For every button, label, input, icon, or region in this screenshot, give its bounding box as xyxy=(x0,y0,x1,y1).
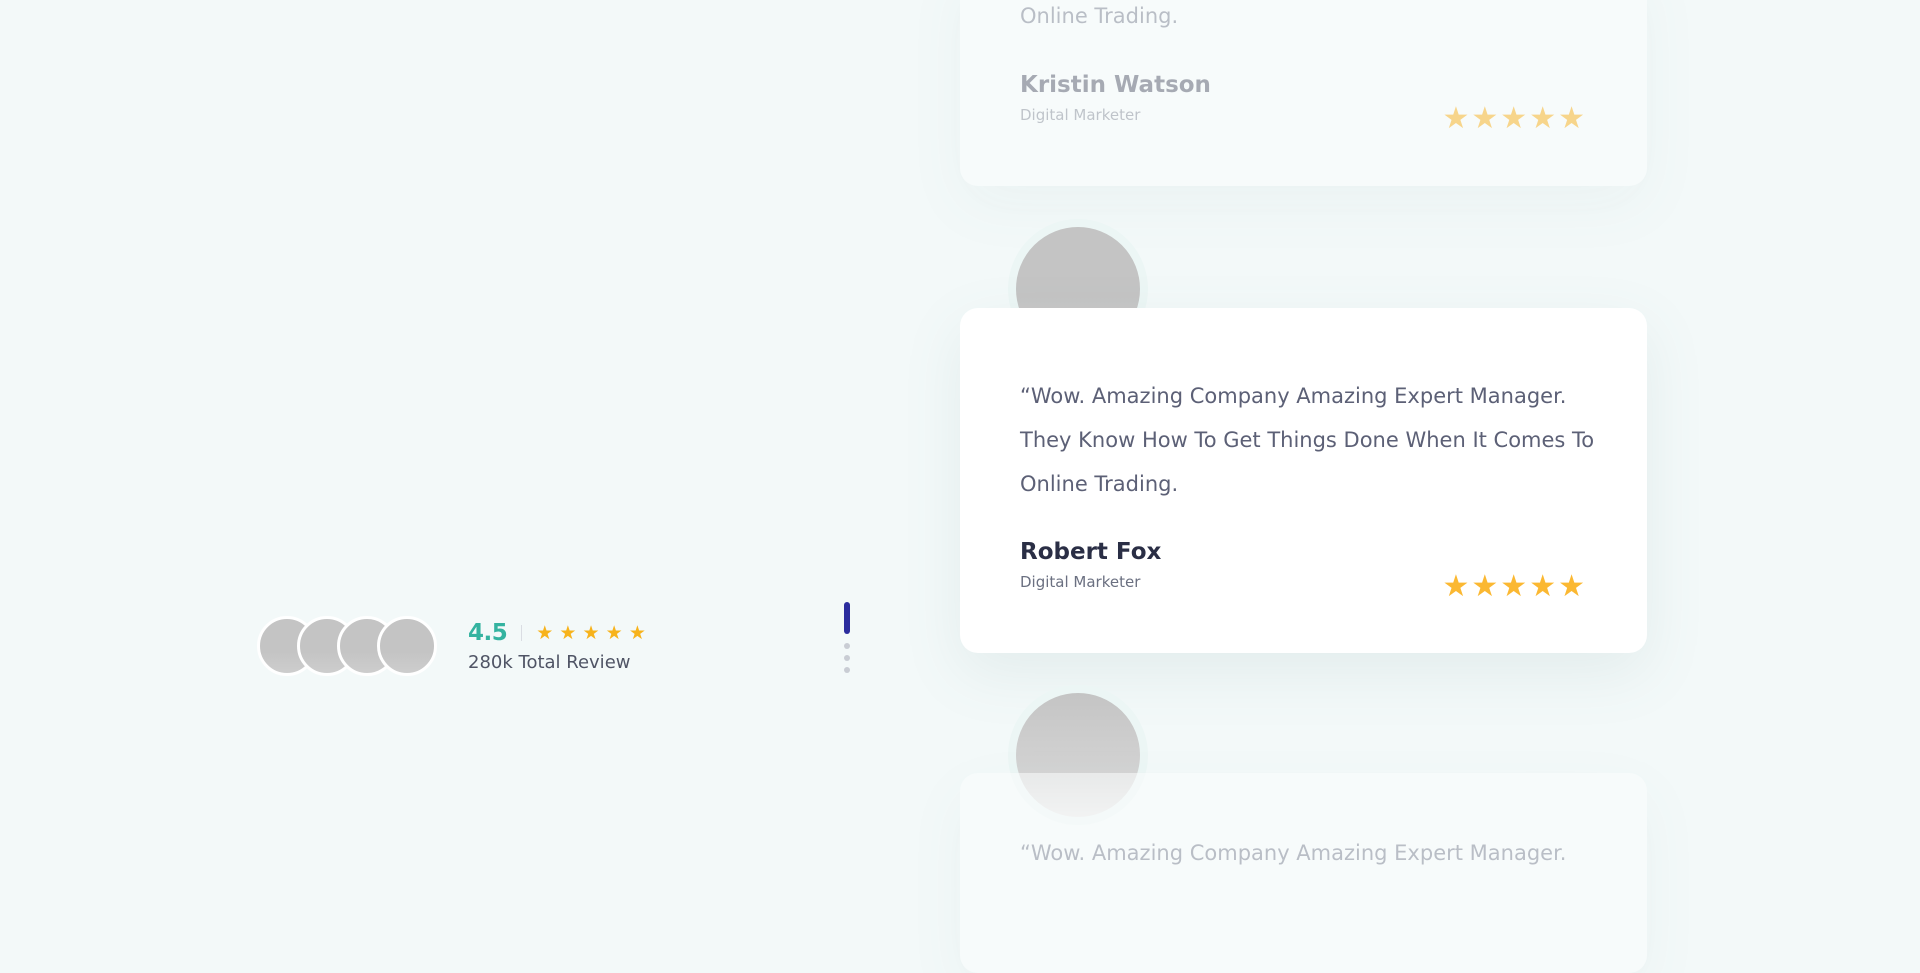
pagination-active-indicator[interactable] xyxy=(844,602,850,634)
star-icon: ★ xyxy=(536,621,554,644)
testimonial-stars: ★★★★★ xyxy=(1442,569,1587,604)
slider-pagination xyxy=(844,602,850,679)
testimonial-stars: ★★★★★ xyxy=(1442,101,1587,136)
pagination-dot[interactable] xyxy=(844,643,850,649)
testimonial-name: Robert Fox xyxy=(1020,539,1162,565)
pagination-dot[interactable] xyxy=(844,667,850,673)
rating-stars: ★ ★ ★ ★ ★ xyxy=(536,622,647,644)
pagination-dot[interactable] xyxy=(844,655,850,661)
testimonial-role: Digital Marketer xyxy=(1020,106,1141,124)
star-icon: ★ xyxy=(582,621,600,644)
testimonial-quote: “Wow. Amazing Company Amazing Expert Man… xyxy=(1020,841,1567,865)
star-icon: ★ xyxy=(559,621,577,644)
star-icon: ★ xyxy=(628,621,646,644)
testimonial-slider[interactable]: Online Trading. Kristin Watson Digital M… xyxy=(960,0,1647,973)
testimonial-card: Online Trading. Kristin Watson Digital M… xyxy=(960,0,1647,186)
testimonial-quote: Online Trading. xyxy=(1020,4,1179,28)
testimonial-card: “Wow. Amazing Company Amazing Expert Man… xyxy=(960,773,1647,973)
testimonial-name: Kristin Watson xyxy=(1020,72,1211,98)
star-icon: ★ xyxy=(605,621,623,644)
testimonial-card: “Wow. Amazing Company Amazing Expert Man… xyxy=(960,308,1647,653)
review-summary: 4.5 ★ ★ ★ ★ ★ 280k Total Review xyxy=(257,616,647,676)
testimonial-role: Digital Marketer xyxy=(1020,573,1141,591)
testimonial-quote: “Wow. Amazing Company Amazing Expert Man… xyxy=(1020,384,1595,496)
total-review-label: 280k Total Review xyxy=(468,651,631,673)
divider xyxy=(521,624,523,641)
reviewer-avatars xyxy=(257,616,437,676)
avatar xyxy=(377,616,437,676)
rating-value: 4.5 xyxy=(468,619,508,646)
rating-block: 4.5 ★ ★ ★ ★ ★ 280k Total Review xyxy=(468,620,647,673)
